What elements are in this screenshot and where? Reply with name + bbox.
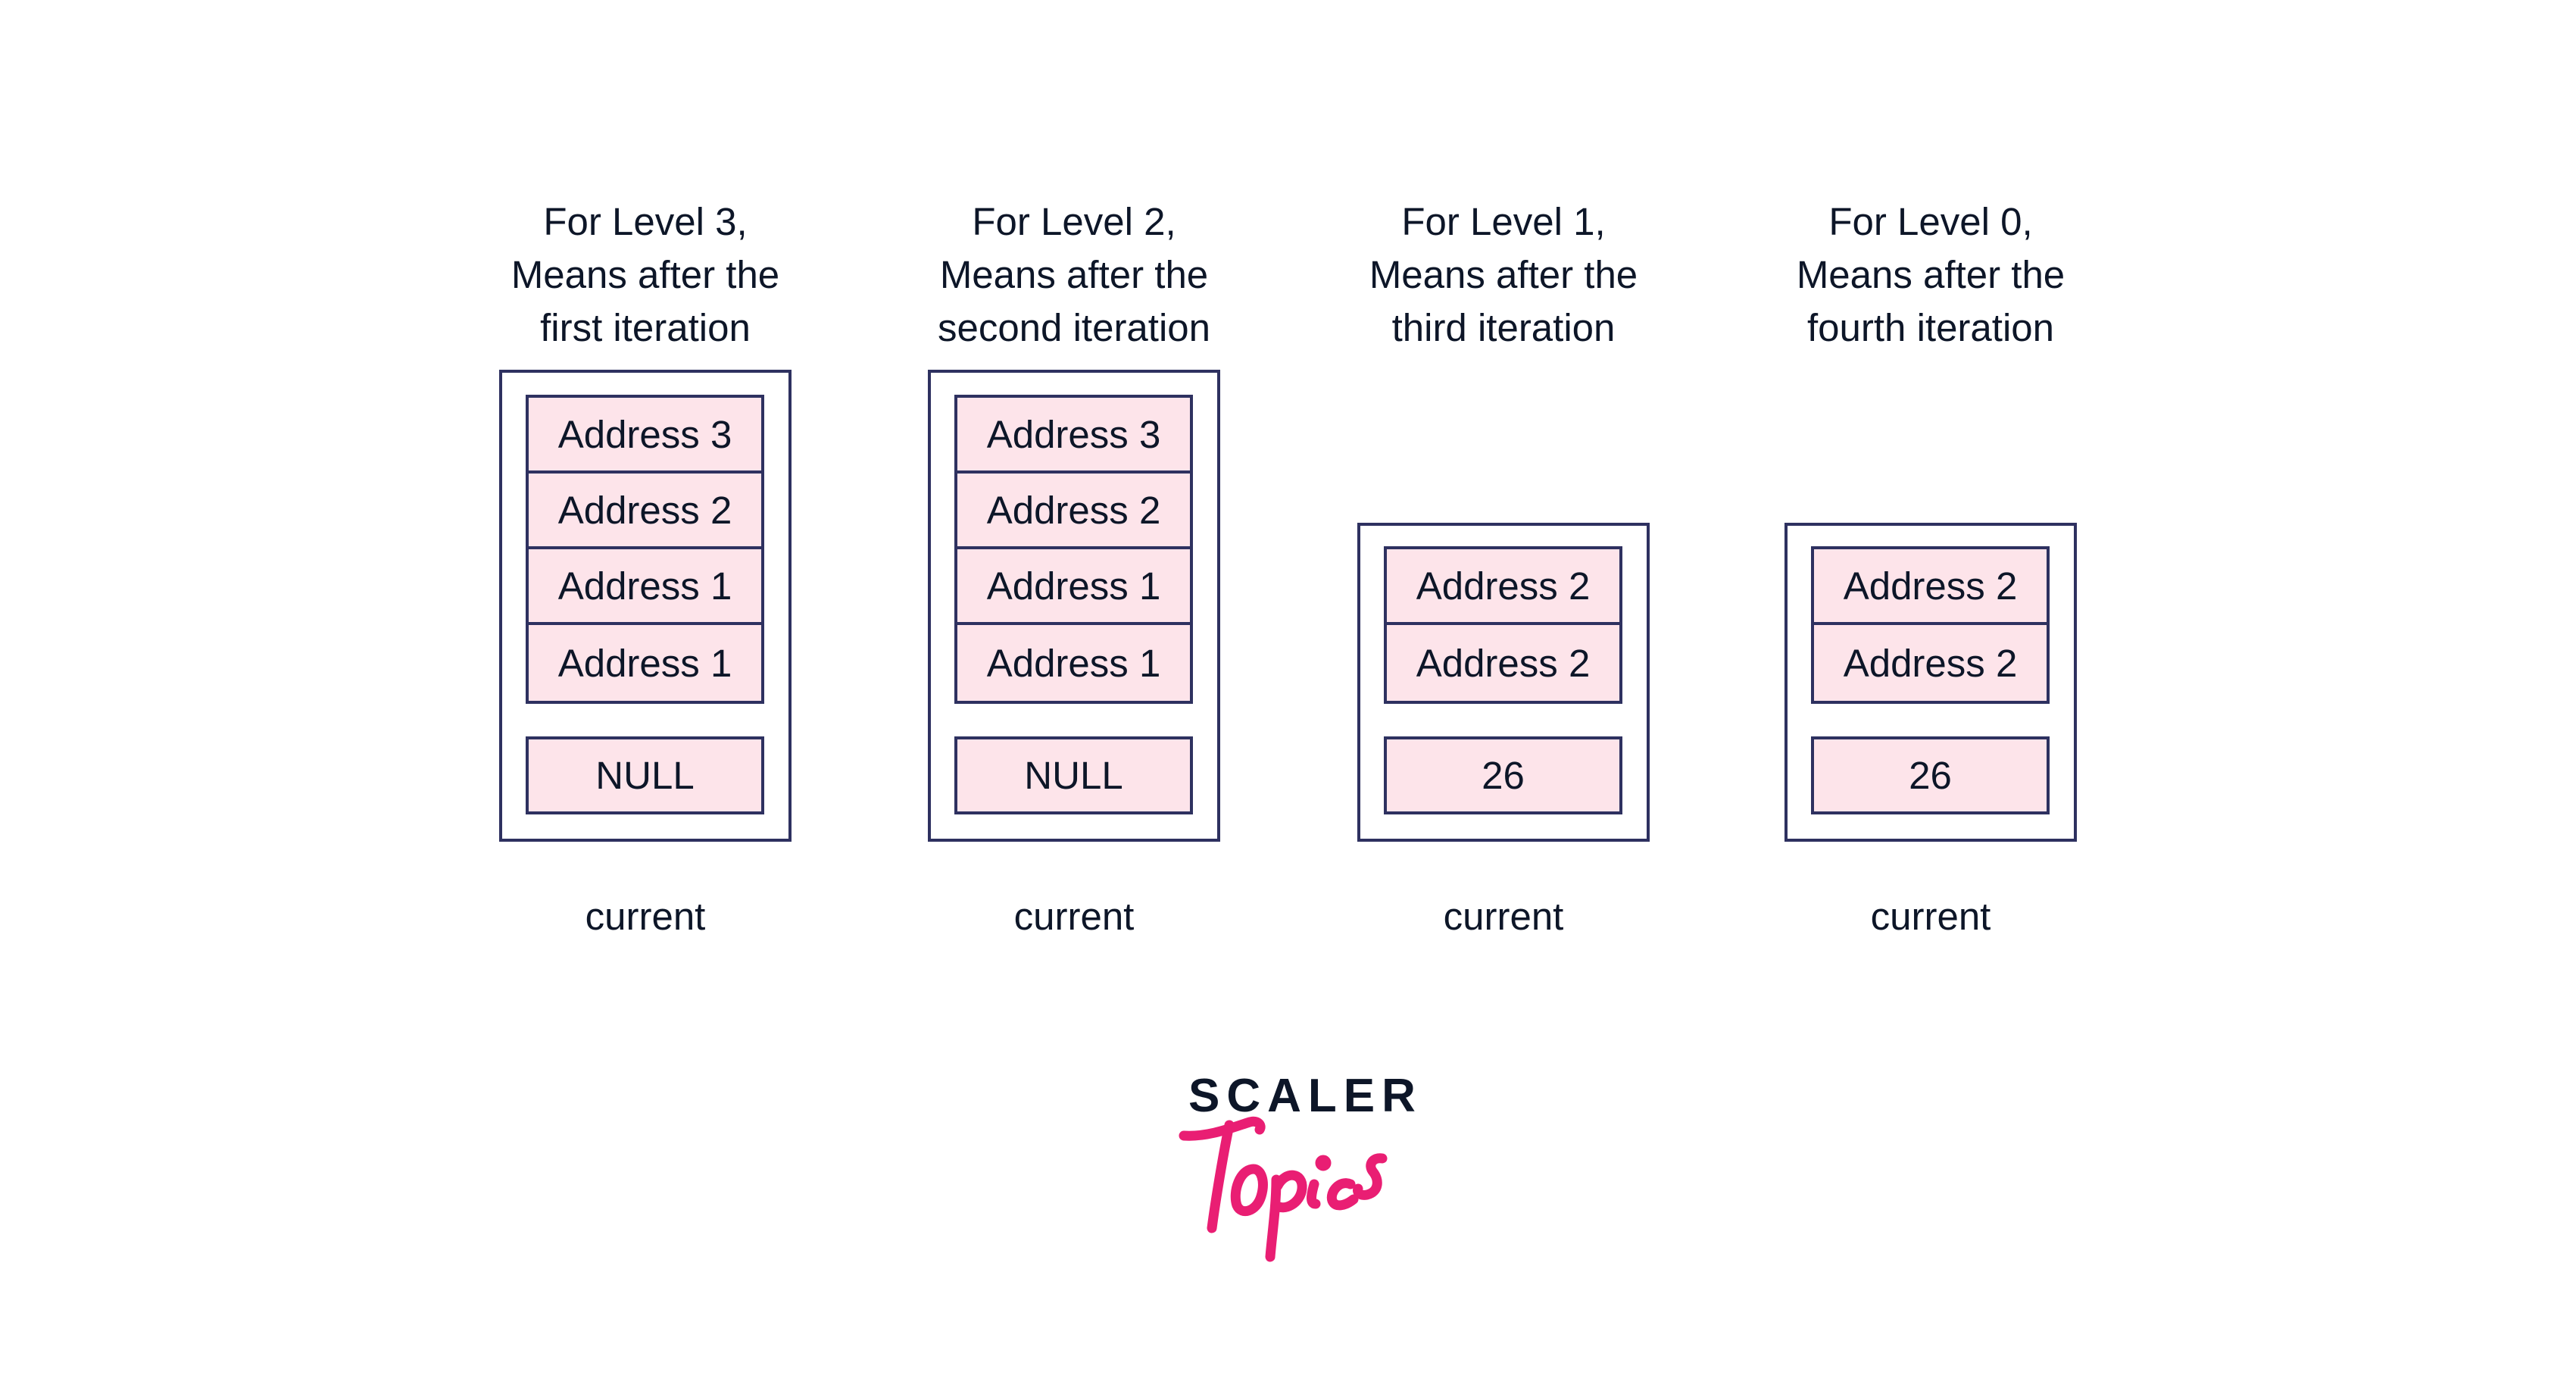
heading-line: Means after the — [511, 253, 780, 296]
heading-line: Means after the — [939, 253, 1209, 296]
level-1-node: For Level 1, Means after the third itera… — [1357, 0, 1650, 955]
heading-line: fourth iteration — [1806, 306, 2055, 349]
logo-wordmark-topics — [1179, 1116, 1388, 1262]
level-0-node: For Level 0, Means after the fourth iter… — [1784, 0, 2077, 955]
address-cell: Address 1 — [529, 549, 761, 625]
heading-line: Means after the — [1369, 253, 1638, 296]
pointer-label: current — [585, 895, 706, 938]
level-1-heading: For Level 1, Means after the third itera… — [1297, 195, 1710, 355]
address-cell: Address 2 — [1387, 549, 1619, 625]
address-cell: Address 2 — [529, 474, 761, 549]
level-0-heading: For Level 0, Means after the fourth iter… — [1724, 195, 2137, 355]
level-3-node: For Level 3, Means after the first itera… — [499, 0, 792, 955]
heading-line: For Level 1, — [1401, 200, 1606, 243]
address-cell: Address 3 — [957, 398, 1190, 474]
pointer-label: current — [1443, 895, 1564, 938]
level-3-heading: For Level 3, Means after the first itera… — [439, 195, 852, 355]
logo-wordmark-scaler: SCALER — [1188, 1070, 1422, 1122]
address-cell: Address 1 — [957, 549, 1190, 625]
address-cell: Address 2 — [1814, 549, 2047, 625]
heading-line: For Level 2, — [972, 200, 1176, 243]
value-cell: NULL — [526, 736, 764, 814]
pointer-label: current — [1013, 895, 1135, 938]
address-stack: Address 3 Address 2 Address 1 Address 1 — [526, 395, 764, 704]
value-cell: 26 — [1811, 736, 2050, 814]
value-cell: NULL — [954, 736, 1193, 814]
heading-line: second iteration — [937, 306, 1211, 349]
heading-line: For Level 0, — [1828, 200, 2033, 243]
level-2-node: For Level 2, Means after the second iter… — [928, 0, 1220, 955]
scaler-topics-logo: SCALER — [1178, 1072, 1416, 1269]
level-2-heading: For Level 2, Means after the second iter… — [867, 195, 1281, 355]
address-stack: Address 2 Address 2 — [1384, 546, 1622, 704]
address-stack: Address 3 Address 2 Address 1 Address 1 — [954, 395, 1193, 704]
value-cell: 26 — [1384, 736, 1622, 814]
heading-line: third iteration — [1391, 306, 1616, 349]
address-cell: Address 2 — [1416, 641, 1591, 685]
heading-line: For Level 3, — [543, 200, 748, 243]
address-cell: Address 3 — [529, 398, 761, 474]
heading-line: Means after the — [1796, 253, 2065, 296]
heading-line: first iteration — [540, 306, 751, 349]
address-cell: Address 1 — [986, 641, 1161, 685]
address-cell: Address 1 — [557, 641, 732, 685]
address-cell: Address 2 — [1843, 641, 2018, 685]
pointer-label: current — [1870, 895, 1991, 938]
address-cell: Address 2 — [957, 474, 1190, 549]
address-stack: Address 2 Address 2 — [1811, 546, 2050, 704]
